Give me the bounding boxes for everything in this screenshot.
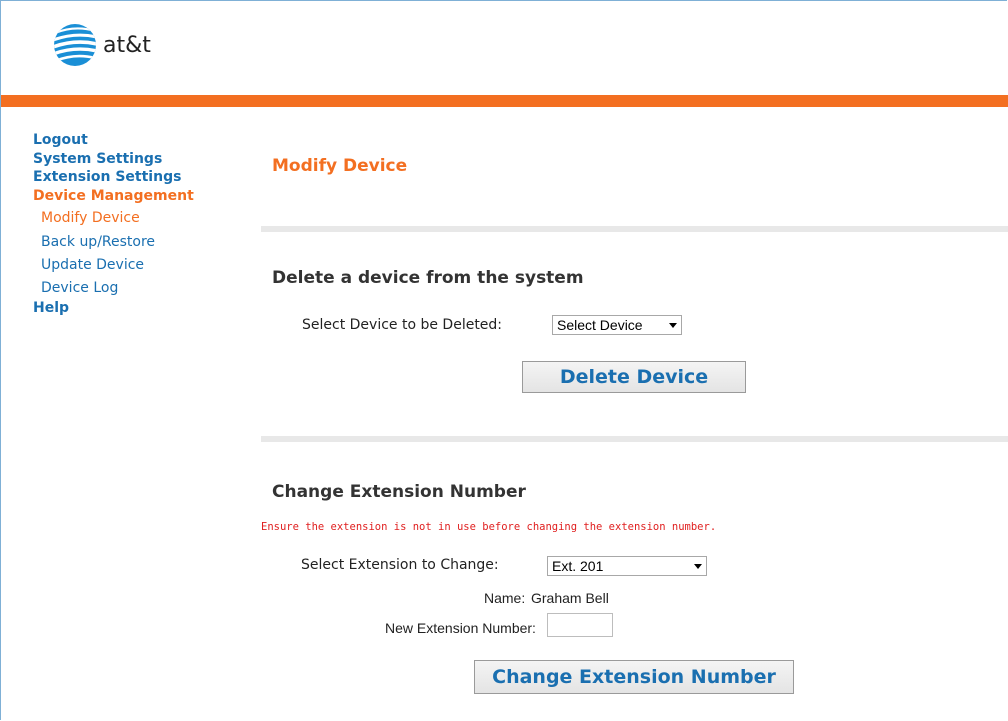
- page-frame: [0, 0, 1007, 720]
- sidebar-item-update-device[interactable]: Update Device: [41, 254, 194, 278]
- brand-name: at&t: [103, 32, 151, 58]
- delete-device-heading: Delete a device from the system: [272, 268, 584, 288]
- new-extension-input[interactable]: [547, 613, 613, 637]
- header-accent-bar: [1, 95, 1008, 107]
- section-divider: [261, 226, 1008, 232]
- sidebar-item-system-settings[interactable]: System Settings: [33, 150, 194, 169]
- page-title: Modify Device: [272, 156, 408, 176]
- sidebar-item-logout[interactable]: Logout: [33, 131, 194, 150]
- chevron-down-icon: [669, 322, 677, 328]
- extension-select-value: Ext. 201: [552, 558, 604, 574]
- sidebar-item-extension-settings[interactable]: Extension Settings: [33, 168, 194, 187]
- change-extension-button[interactable]: Change Extension Number: [474, 660, 794, 694]
- change-extension-heading: Change Extension Number: [272, 482, 526, 502]
- sidebar-item-backup-restore[interactable]: Back up/Restore: [41, 231, 194, 255]
- sidebar-item-device-log[interactable]: Device Log: [41, 278, 194, 299]
- device-select-value: Select Device: [557, 317, 643, 333]
- warning-message: Ensure the extension is not in use befor…: [261, 521, 717, 533]
- delete-device-button[interactable]: Delete Device: [522, 361, 746, 393]
- select-device-label: Select Device to be Deleted:: [302, 317, 503, 333]
- header: at&t: [1, 1, 1008, 95]
- att-globe-icon: [54, 24, 96, 66]
- sidebar-item-modify-device[interactable]: Modify Device: [41, 207, 194, 231]
- extension-select[interactable]: Ext. 201: [547, 556, 707, 576]
- att-logo[interactable]: at&t: [53, 23, 151, 67]
- device-select[interactable]: Select Device: [552, 315, 682, 335]
- select-extension-label: Select Extension to Change:: [301, 557, 499, 573]
- section-divider: [261, 436, 1008, 442]
- new-extension-label: New Extension Number:: [385, 620, 536, 636]
- sidebar-item-help[interactable]: Help: [33, 299, 194, 318]
- name-value: Graham Bell: [531, 590, 609, 606]
- name-label: Name:: [484, 590, 526, 606]
- sidebar-item-device-management[interactable]: Device Management: [33, 187, 194, 206]
- sidebar-nav: Logout System Settings Extension Setting…: [33, 131, 194, 317]
- chevron-down-icon: [694, 563, 702, 569]
